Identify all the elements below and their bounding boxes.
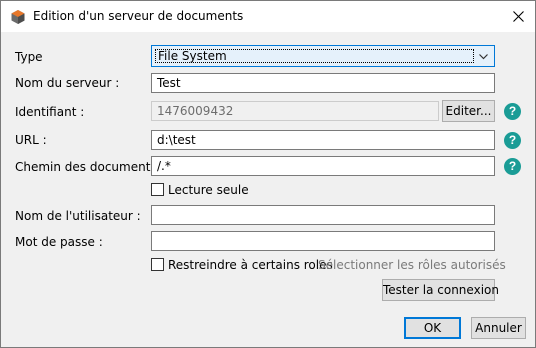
identifier-input: 1476009432	[151, 101, 439, 121]
close-icon	[512, 11, 524, 22]
restrict-roles-label[interactable]: Restreindre à certains roles	[168, 258, 333, 272]
readonly-label[interactable]: Lecture seule	[168, 183, 249, 197]
password-label: Mot de passe :	[15, 235, 103, 249]
help-icon[interactable]: ?	[504, 103, 521, 120]
chevron-down-icon	[479, 54, 488, 60]
readonly-checkbox[interactable]	[151, 183, 164, 196]
url-input[interactable]: d:\test	[151, 130, 495, 150]
username-label: Nom de l'utilisateur :	[15, 209, 141, 223]
ok-button[interactable]: OK	[404, 317, 461, 339]
type-select-value: File System	[155, 49, 474, 63]
close-button[interactable]	[501, 1, 535, 32]
app-logo-icon	[11, 10, 25, 24]
url-label: URL :	[15, 133, 47, 147]
doc-path-input[interactable]: /.*	[151, 156, 495, 176]
password-input[interactable]	[151, 231, 495, 251]
doc-path-label: Chemin des documents :	[15, 160, 165, 174]
type-select[interactable]: File System	[151, 45, 495, 67]
server-name-input[interactable]: Test	[151, 73, 495, 93]
identifier-label: Identifiant :	[15, 105, 85, 119]
dialog-window: Edition d'un serveur de documents Type F…	[0, 0, 536, 348]
title-bar: Edition d'un serveur de documents	[1, 1, 535, 32]
type-label: Type	[15, 50, 43, 64]
cancel-button[interactable]: Annuler	[471, 317, 526, 339]
test-connection-button[interactable]: Tester la connexion	[382, 279, 499, 301]
help-icon[interactable]: ?	[504, 132, 521, 149]
username-input[interactable]	[151, 205, 495, 225]
dialog-title: Edition d'un serveur de documents	[33, 9, 244, 23]
restrict-roles-checkbox[interactable]	[151, 258, 164, 271]
edit-identifier-button[interactable]: Editer...	[442, 100, 495, 122]
select-roles-link[interactable]: Sélectionner les rôles autorisés	[318, 258, 506, 272]
server-name-label: Nom du serveur :	[15, 76, 120, 90]
help-icon[interactable]: ?	[504, 158, 521, 175]
